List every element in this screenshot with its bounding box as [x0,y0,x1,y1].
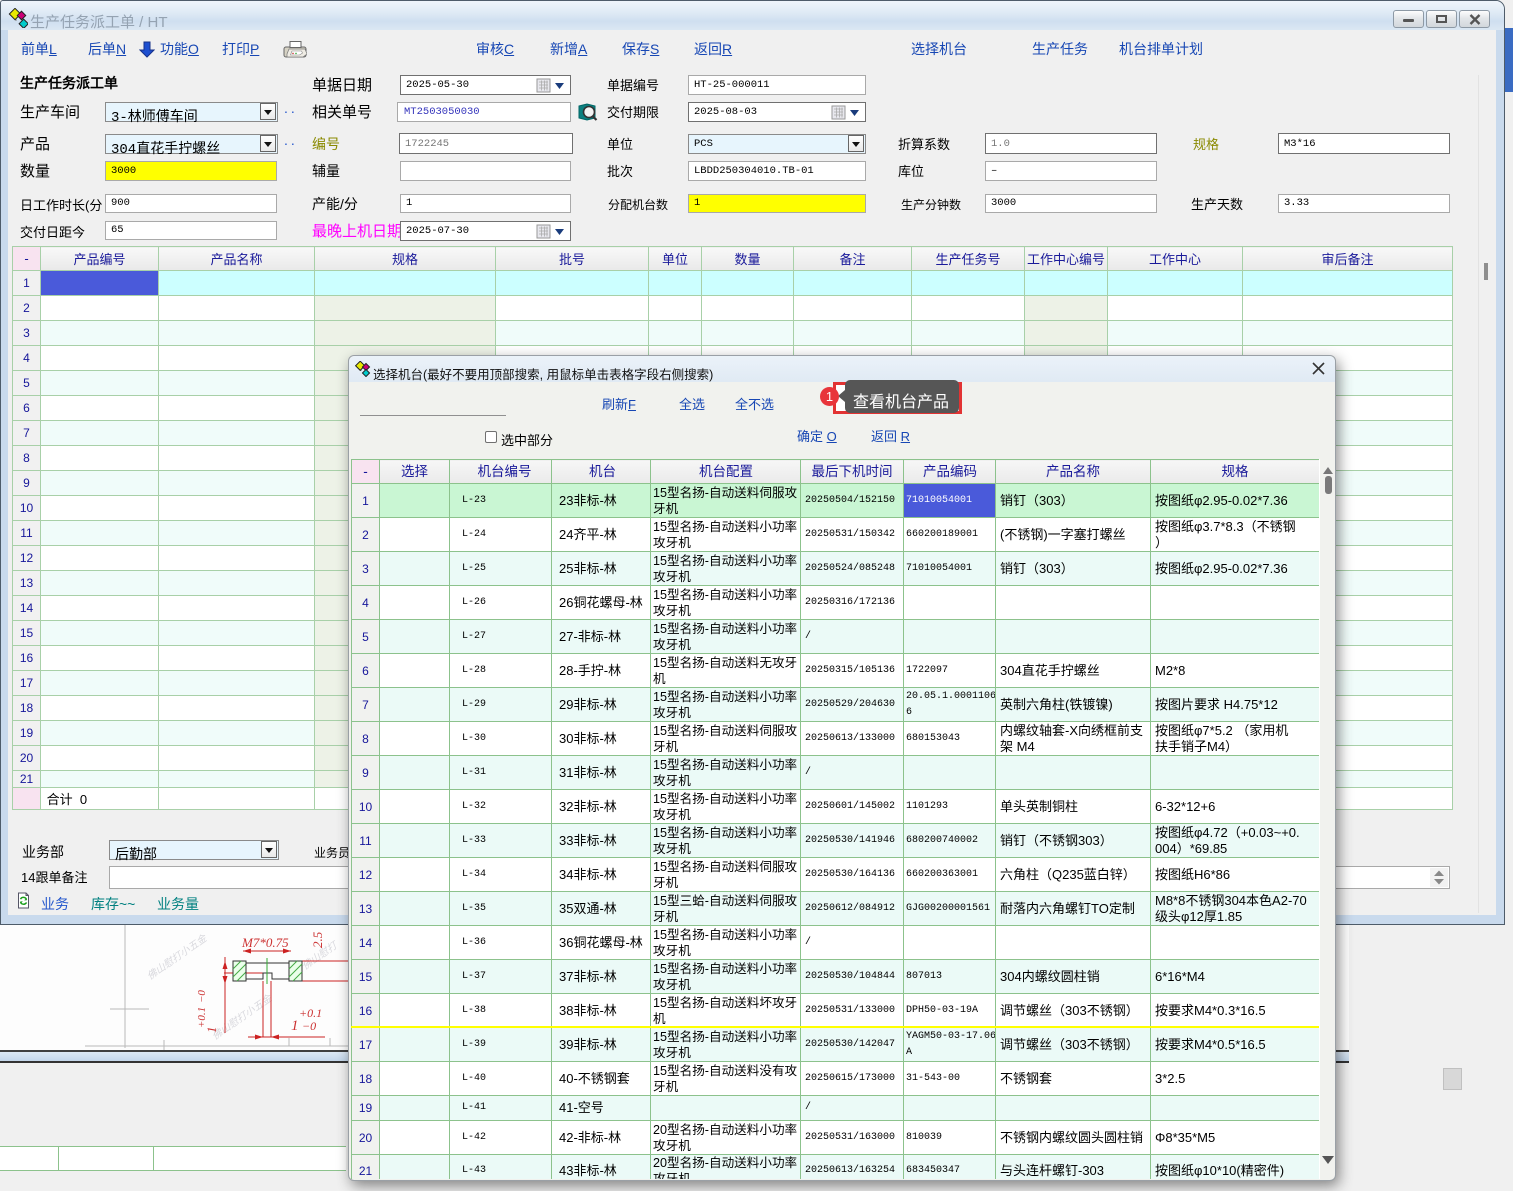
svg-text:佛山慰打小五金: 佛山慰打小五金 [210,991,276,1042]
svg-text:+0.1: +0.1 [196,1007,208,1028]
svg-text:−0: −0 [196,990,208,1003]
svg-text:+0.1: +0.1 [299,1006,322,1020]
svg-text:佛山慰打小五金: 佛山慰打小五金 [145,931,211,982]
svg-text:−0: −0 [302,1019,316,1033]
svg-text:2.5: 2.5 [310,931,325,948]
svg-text:1: 1 [291,1018,299,1034]
svg-text:M7*0.75: M7*0.75 [241,935,289,950]
